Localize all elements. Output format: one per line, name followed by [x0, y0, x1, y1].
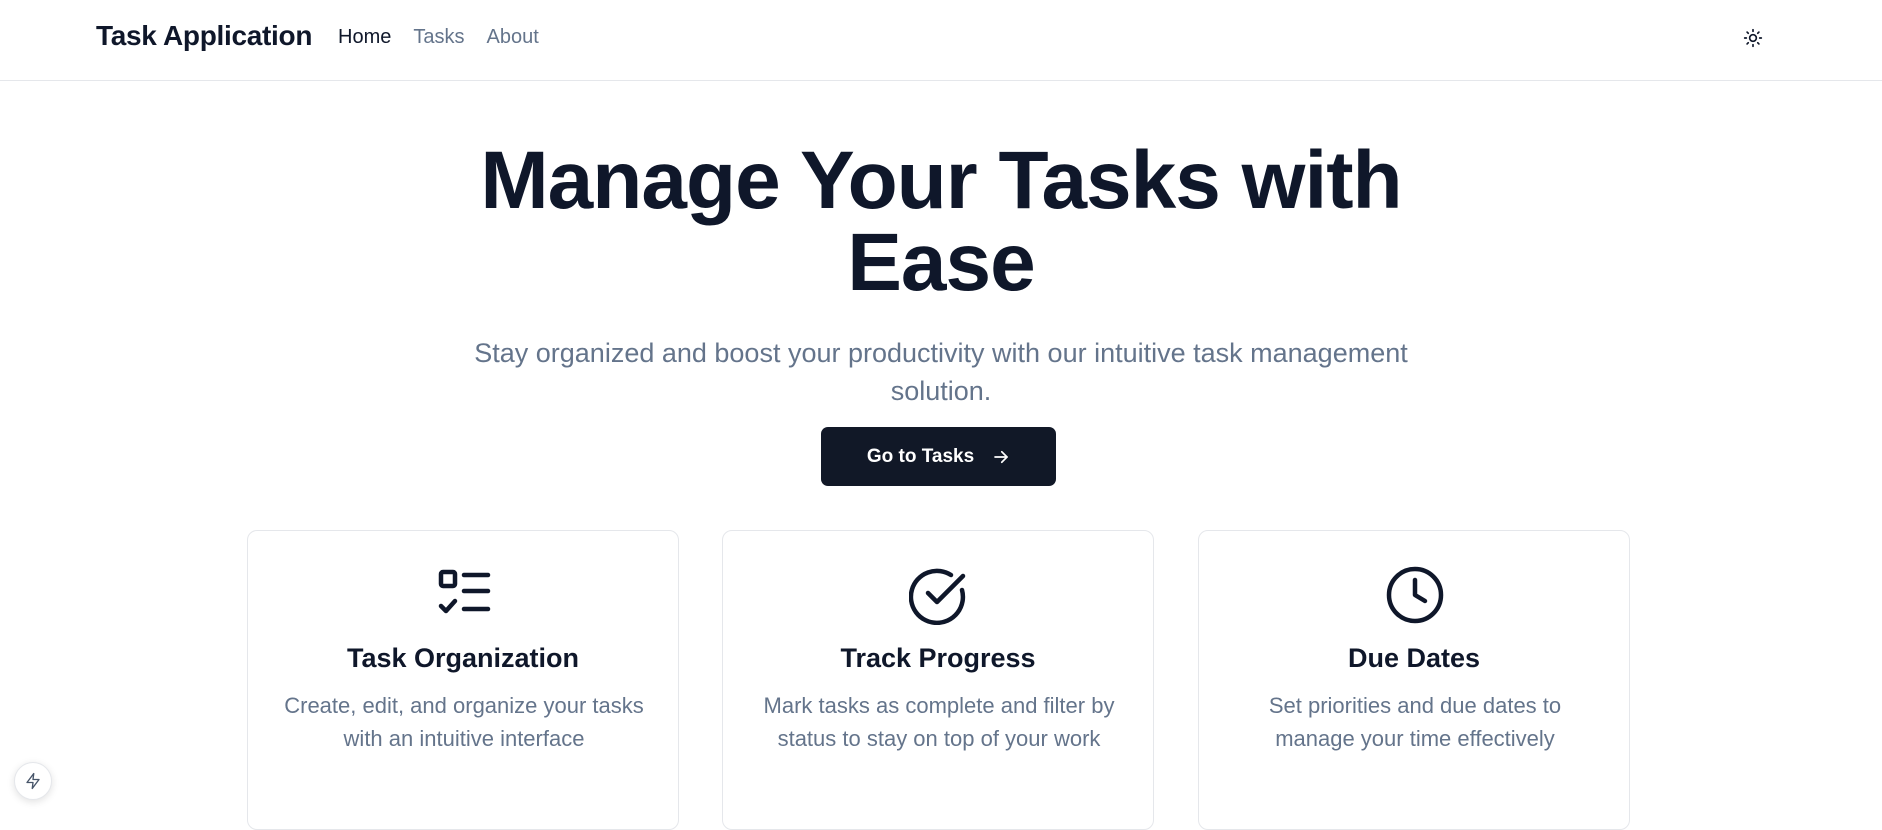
hero-subtitle: Stay organized and boost your productivi… [474, 338, 1408, 406]
feature-description: Create, edit, and organize your tasks wi… [284, 693, 644, 751]
top-navbar: Task Application Home Tasks About [0, 0, 1882, 81]
hero-section: Manage Your Tasks with Ease Stay organiz… [0, 140, 1882, 410]
feature-description: Mark tasks as complete and filter by sta… [763, 693, 1115, 751]
feature-description: Set priorities and due dates to manage y… [1268, 693, 1562, 751]
sun-icon [1743, 28, 1763, 48]
arrow-right-icon [994, 450, 1008, 463]
nav-link-about[interactable]: About [486, 26, 538, 49]
nav-link-tasks[interactable]: Tasks [413, 26, 464, 49]
feature-card-task-organization: Task Organization Create, edit, and orga… [247, 530, 679, 830]
clock-icon [1386, 566, 1444, 624]
theme-toggle-button[interactable] [1735, 20, 1771, 56]
feature-card-due-dates: Due Dates Set priorities and due dates t… [1198, 530, 1630, 830]
feature-card-track-progress: Track Progress Mark tasks as complete an… [722, 530, 1154, 830]
circle-check-icon [909, 568, 966, 625]
main-nav: Home Tasks About [338, 26, 539, 49]
go-to-tasks-label: Go to Tasks [866, 445, 975, 467]
nav-link-home[interactable]: Home [338, 26, 391, 49]
feature-title: Due Dates [1347, 643, 1481, 673]
list-checks-icon [438, 569, 491, 614]
feature-title: Task Organization [346, 643, 580, 673]
lightning-icon [26, 772, 40, 790]
feature-title: Track Progress [840, 643, 1036, 673]
brand-logo-text[interactable]: Task Application [96, 20, 312, 52]
go-to-tasks-button[interactable]: Go to Tasks [821, 427, 1056, 486]
hero-title: Manage Your Tasks with Ease [480, 135, 1402, 308]
dev-tools-badge[interactable] [14, 762, 52, 800]
